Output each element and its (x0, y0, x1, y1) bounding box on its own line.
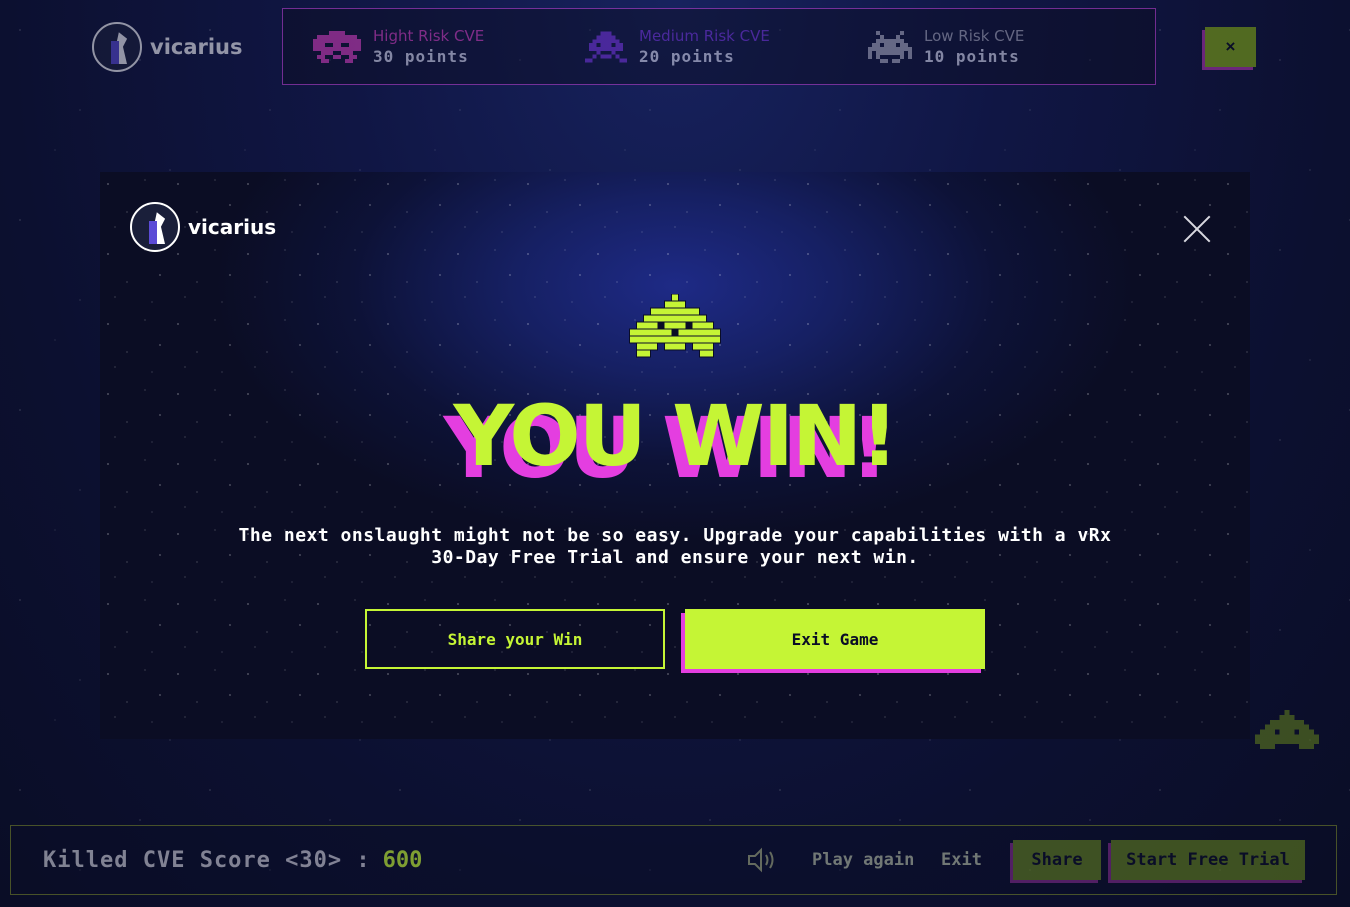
header-logo: vicarius (92, 22, 243, 72)
play-again-link[interactable]: Play again (812, 850, 914, 870)
modal-logo: vicarius (130, 202, 276, 252)
hero-invader-icon (628, 294, 722, 364)
score-label: Killed CVE Score <30> : (43, 847, 371, 873)
legend-low-name: Low Risk CVE (924, 27, 1025, 45)
header-brand-name: vicarius (150, 35, 243, 59)
start-free-trial-button[interactable]: Start Free Trial (1111, 840, 1305, 880)
vicarius-logo-icon (92, 22, 142, 72)
win-modal: vicarius YOU WIN! The next onslaught mig… (100, 172, 1250, 739)
game-close-button[interactable]: × (1205, 27, 1256, 67)
enemy-invader-icon (1255, 710, 1319, 754)
vicarius-logo-icon (130, 202, 180, 252)
score-value: 600 (382, 847, 423, 873)
low-risk-invader-icon (868, 30, 912, 63)
share-win-button[interactable]: Share your Win (365, 609, 665, 669)
legend-item-medium: Medium Risk CVE 20 points (585, 27, 868, 66)
score-bar: Killed CVE Score <30> : 600 Play again E… (10, 825, 1337, 895)
legend-high-name: Hight Risk CVE (373, 27, 485, 45)
high-risk-invader-icon (313, 30, 361, 63)
exit-link[interactable]: Exit (941, 850, 982, 870)
sound-toggle-icon[interactable] (746, 845, 776, 875)
legend-medium-name: Medium Risk CVE (639, 27, 770, 45)
exit-game-button[interactable]: Exit Game (685, 609, 985, 669)
legend-high-points: 30 points (373, 47, 469, 66)
modal-close-icon[interactable] (1182, 214, 1212, 244)
medium-risk-invader-icon (585, 31, 627, 63)
legend-item-high: Hight Risk CVE 30 points (313, 27, 585, 66)
win-title: YOU WIN! (453, 387, 898, 485)
cve-legend: Hight Risk CVE 30 points Medium Risk CVE… (282, 8, 1156, 85)
modal-brand-name: vicarius (188, 215, 277, 239)
share-button[interactable]: Share (1013, 840, 1101, 880)
win-message: The next onslaught might not be so easy.… (238, 525, 1112, 568)
legend-item-low: Low Risk CVE 10 points (868, 27, 1024, 66)
legend-medium-points: 20 points (639, 47, 735, 66)
legend-low-points: 10 points (924, 47, 1020, 66)
